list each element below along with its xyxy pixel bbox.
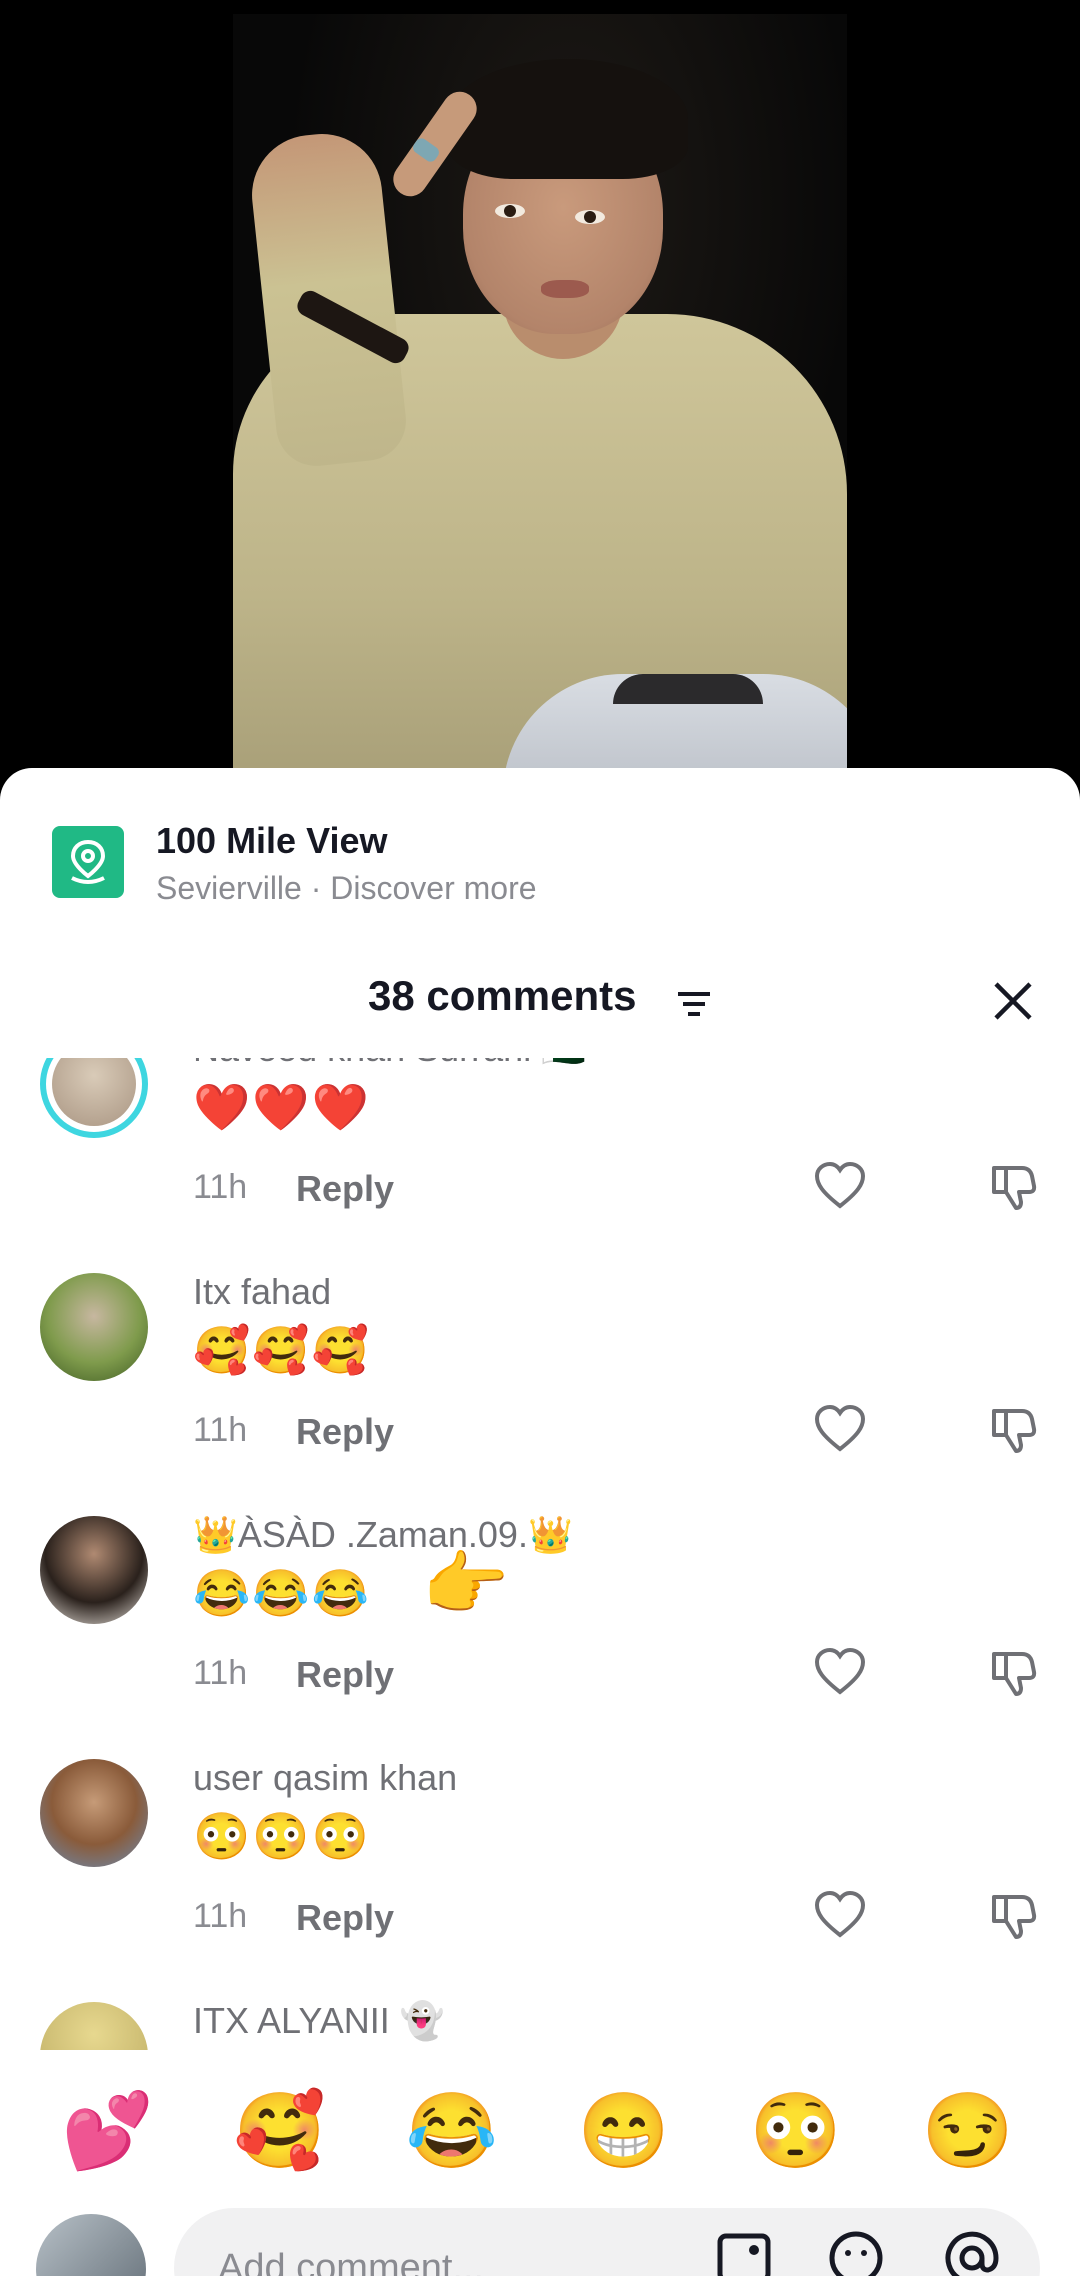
emoji-icon[interactable] xyxy=(826,2228,886,2276)
comment-item: 👑ÀSÀD .Zaman.09.👑 😂😂😂 👉 11h Reply xyxy=(0,1504,1080,1747)
heart-icon[interactable] xyxy=(812,1644,868,1700)
avatar[interactable] xyxy=(40,1759,148,1867)
comment-author[interactable]: user qasim khan xyxy=(193,1757,457,1799)
reply-button[interactable]: Reply xyxy=(296,1411,394,1453)
comment-time: 11h xyxy=(193,1411,248,1449)
comment-time: 11h xyxy=(193,1168,248,1206)
avatar[interactable] xyxy=(40,1516,148,1624)
comment-sticker: 👉 xyxy=(422,1545,510,1623)
video-player[interactable] xyxy=(0,0,1080,790)
comment-time: 11h xyxy=(193,1654,248,1692)
comment-text: 😳😳😳 xyxy=(193,1810,371,1862)
comment-item: user qasim khan 😳😳😳 11h Reply xyxy=(0,1747,1080,1990)
quick-emoji-button[interactable]: 😁 xyxy=(574,2088,674,2175)
location-title: 100 Mile View xyxy=(156,820,388,861)
image-icon[interactable] xyxy=(714,2228,774,2276)
quick-emoji-button[interactable]: 😏 xyxy=(918,2088,1018,2175)
comment-author[interactable]: Itx fahad xyxy=(193,1271,331,1313)
comment-text: ❤️❤️❤️ xyxy=(193,1081,371,1133)
comment-author[interactable]: 👑ÀSÀD .Zaman.09.👑 xyxy=(193,1514,573,1556)
dislike-icon[interactable] xyxy=(986,1887,1042,1943)
comments-sheet: 100 Mile View Sevierville · Discover mor… xyxy=(0,768,1080,2276)
avatar[interactable] xyxy=(40,1273,148,1381)
comment-item: ITX ALYANII 👻 xyxy=(0,1990,1080,2050)
location-pin-icon xyxy=(52,826,124,898)
comment-list[interactable]: Naveed khan Surrani 🇵🇰 ❤️❤️❤️ 11h Reply … xyxy=(0,1058,1080,2050)
reply-button[interactable]: Reply xyxy=(296,1654,394,1696)
comment-author[interactable]: Naveed khan Surrani 🇵🇰 xyxy=(193,1058,586,1070)
reply-button[interactable]: Reply xyxy=(296,1897,394,1939)
heart-icon[interactable] xyxy=(812,1158,868,1214)
quick-emoji-button[interactable]: 💕 xyxy=(58,2088,158,2175)
quick-emoji-bar: 💕 🥰 😂 😁 😳 😏 xyxy=(0,2068,1080,2188)
dislike-icon[interactable] xyxy=(986,1644,1042,1700)
comment-text: 🥰🥰🥰 xyxy=(193,1324,371,1376)
dislike-icon[interactable] xyxy=(986,1401,1042,1457)
comment-time: 11h xyxy=(193,1897,248,1935)
my-avatar xyxy=(36,2214,146,2276)
mention-icon[interactable] xyxy=(942,2228,1002,2276)
location-card[interactable]: 100 Mile View Sevierville · Discover mor… xyxy=(52,810,852,906)
comments-count: 38 comments xyxy=(368,972,637,1019)
dislike-icon[interactable] xyxy=(986,1158,1042,1214)
quick-emoji-button[interactable]: 😂 xyxy=(402,2088,502,2175)
close-icon[interactable] xyxy=(990,978,1036,1024)
quick-emoji-button[interactable]: 🥰 xyxy=(230,2088,330,2175)
filter-icon[interactable] xyxy=(676,990,712,1020)
heart-icon[interactable] xyxy=(812,1887,868,1943)
quick-emoji-button[interactable]: 😳 xyxy=(746,2088,846,2175)
avatar[interactable] xyxy=(40,1058,148,1138)
location-subtitle: Sevierville · Discover more xyxy=(156,870,537,906)
comment-item: Naveed khan Surrani 🇵🇰 ❤️❤️❤️ 11h Reply xyxy=(0,1058,1080,1261)
video-frame xyxy=(233,14,847,778)
avatar[interactable] xyxy=(40,2002,148,2050)
comment-author[interactable]: ITX ALYANII 👻 xyxy=(193,2000,445,2042)
comment-input-bar xyxy=(0,2208,1080,2276)
reply-button[interactable]: Reply xyxy=(296,1168,394,1210)
comments-header: 38 comments xyxy=(0,958,1080,1038)
comment-item: Itx fahad 🥰🥰🥰 11h Reply xyxy=(0,1261,1080,1504)
heart-icon[interactable] xyxy=(812,1401,868,1457)
add-comment-input[interactable] xyxy=(174,2208,1040,2276)
comment-text: 😂😂😂 xyxy=(193,1567,371,1619)
